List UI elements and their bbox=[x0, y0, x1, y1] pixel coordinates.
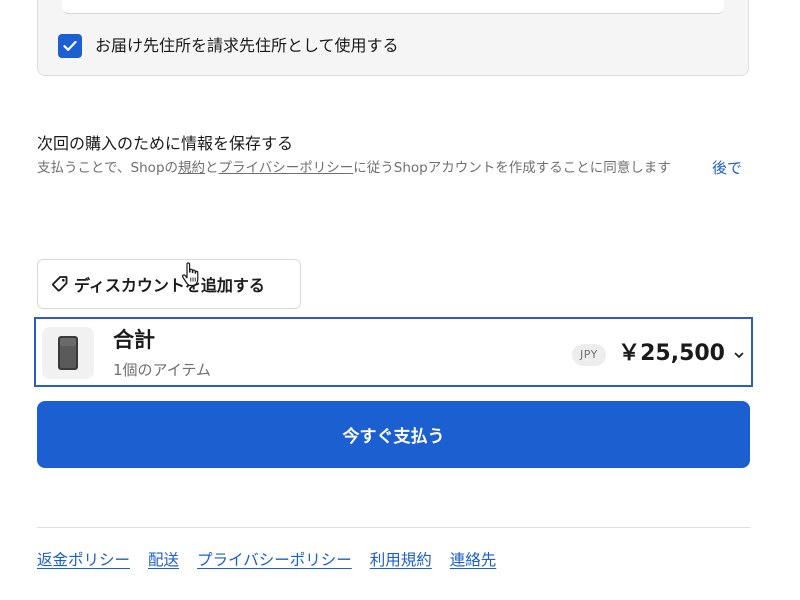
save-info-desc-prefix: 支払うことで、Shopの bbox=[37, 160, 179, 176]
later-link[interactable]: 後で bbox=[712, 157, 742, 179]
summary-title: 合計 bbox=[113, 328, 155, 352]
billing-address-section: お届け先住所を請求先住所として使用する bbox=[37, 0, 749, 76]
chevron-down-icon bbox=[733, 349, 745, 361]
shipping-link[interactable]: 配送 bbox=[148, 549, 179, 571]
pay-now-button[interactable]: 今すぐ支払う bbox=[37, 401, 750, 468]
tag-icon bbox=[50, 274, 70, 294]
shop-terms-link[interactable]: 規約 bbox=[178, 160, 205, 176]
save-info-desc-and: と bbox=[205, 160, 219, 176]
product-thumbnail bbox=[42, 327, 94, 379]
terms-of-service-link[interactable]: 利用規約 bbox=[370, 549, 432, 571]
save-info-desc-suffix: に従うShopアカウントを作成することに同意します bbox=[353, 160, 671, 176]
same-billing-label[interactable]: お届け先住所を請求先住所として使用する bbox=[95, 35, 399, 57]
footer-links: 返金ポリシー 配送 プライバシーポリシー 利用規約 連絡先 bbox=[37, 549, 496, 571]
currency-badge: JPY bbox=[572, 344, 606, 366]
checkmark-icon bbox=[63, 40, 77, 51]
save-info-title: 次回の購入のために情報を保存する bbox=[37, 134, 294, 153]
phone-product-icon bbox=[58, 336, 78, 370]
order-summary-toggle[interactable]: 合計 1個のアイテム JPY ￥25,500 bbox=[34, 317, 753, 387]
privacy-policy-link[interactable]: プライバシーポリシー bbox=[197, 549, 352, 571]
contact-link[interactable]: 連絡先 bbox=[450, 549, 497, 571]
footer-divider bbox=[37, 527, 750, 528]
address-field-edge[interactable] bbox=[62, 0, 724, 14]
item-count: 1個のアイテム bbox=[113, 361, 212, 379]
same-billing-checkbox[interactable] bbox=[58, 34, 82, 58]
add-discount-button[interactable]: ディスカウントを追加する bbox=[37, 259, 301, 309]
checkout-page: お届け先住所を請求先住所として使用する 次回の購入のために情報を保存する 支払う… bbox=[0, 0, 800, 600]
total-amount: ￥25,500 bbox=[618, 341, 725, 366]
save-info-description: 支払うことで、Shopの規約とプライバシーポリシーに従うShopアカウントを作成… bbox=[37, 157, 697, 180]
shop-privacy-link[interactable]: プライバシーポリシー bbox=[219, 160, 354, 176]
add-discount-label: ディスカウントを追加する bbox=[74, 276, 265, 295]
refund-policy-link[interactable]: 返金ポリシー bbox=[37, 549, 130, 571]
